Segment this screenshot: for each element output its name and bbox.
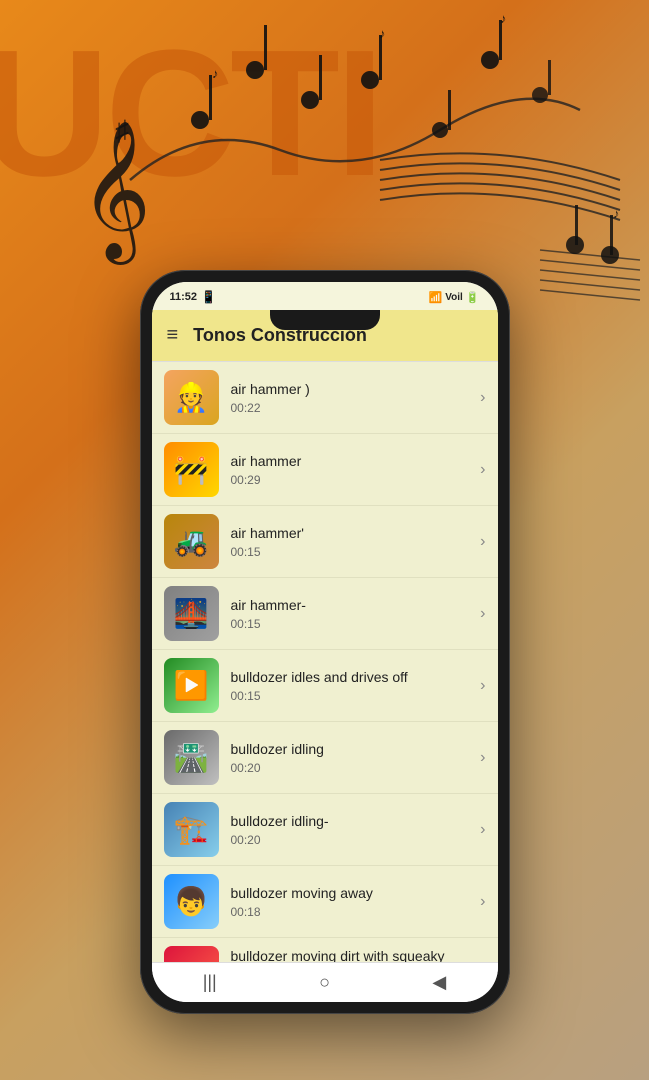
item-duration-3: 00:15 [231, 617, 469, 631]
phone-frame: 11:52 📱 📶 Voil 🔋 ≡ Tonos Construcción 👷a… [140, 270, 510, 1014]
item-title-8: bulldozer moving dirt with squeaky track… [231, 947, 469, 962]
item-title-5: bulldozer idling [231, 740, 469, 758]
whatsapp-icon: 📱 [201, 290, 216, 304]
battery-icon: 🔋 [466, 291, 480, 304]
list-item[interactable]: 👷 air hammer ) 00:22 › [152, 362, 498, 434]
item-duration-1: 00:29 [231, 473, 469, 487]
svg-text:♪: ♪ [500, 11, 507, 26]
item-info-4: bulldozer idles and drives off 00:15 [219, 668, 481, 702]
item-duration-5: 00:20 [231, 761, 469, 775]
chevron-right-icon: › [480, 533, 485, 551]
chevron-right-icon: › [480, 749, 485, 767]
chevron-right-icon: › [480, 605, 485, 623]
item-title-7: bulldozer moving away [231, 884, 469, 902]
phone-screen: 11:52 📱 📶 Voil 🔋 ≡ Tonos Construcción 👷a… [152, 282, 498, 1002]
chevron-right-icon: › [480, 677, 485, 695]
item-info-5: bulldozer idling 00:20 [219, 740, 481, 774]
list-item[interactable]: 🌉 air hammer- 00:15 › [152, 578, 498, 650]
item-title-0: air hammer ) [231, 380, 469, 398]
item-duration-0: 00:22 [231, 401, 469, 415]
item-info-8: bulldozer moving dirt with squeaky track… [219, 947, 481, 962]
signal-icon: Voil [445, 292, 463, 303]
item-icon-4: ▶️ [164, 658, 219, 713]
wifi-icon: 📶 [429, 291, 443, 304]
item-title-2: air hammer' [231, 524, 469, 542]
sound-list: 👷air hammer )00:22›🚧air hammer00:29›🚜air… [152, 362, 498, 962]
item-icon-3: 🌉 [164, 586, 219, 641]
list-item[interactable]: 🏗️ bulldozer idling- 00:20 › [152, 794, 498, 866]
status-bar: 11:52 📱 📶 Voil 🔋 [152, 282, 498, 310]
item-info-6: bulldozer idling- 00:20 [219, 812, 481, 846]
item-icon-5: 🛣️ [164, 730, 219, 785]
item-icon-1: 🚧 [164, 442, 219, 497]
item-duration-4: 00:15 [231, 689, 469, 703]
chevron-right-icon: › [480, 461, 485, 479]
list-item[interactable]: 👦 bulldozer moving away 00:18 › [152, 866, 498, 938]
item-icon-6: 🏗️ [164, 802, 219, 857]
svg-text:♪: ♪ [613, 206, 620, 221]
item-info-7: bulldozer moving away 00:18 [219, 884, 481, 918]
chevron-right-icon: › [480, 893, 485, 911]
phone-wrapper: 11:52 📱 📶 Voil 🔋 ≡ Tonos Construcción 👷a… [140, 270, 510, 1014]
item-duration-6: 00:20 [231, 833, 469, 847]
back-button[interactable]: ◀ [412, 967, 466, 998]
recent-apps-button[interactable]: ||| [183, 967, 237, 998]
menu-button[interactable]: ≡ [167, 324, 179, 347]
item-title-3: air hammer- [231, 596, 469, 614]
status-left: 11:52 📱 [170, 290, 216, 304]
item-title-1: air hammer [231, 452, 469, 470]
list-item[interactable]: 🛣️ bulldozer idling 00:20 › [152, 722, 498, 794]
bg-text: UCTI [0, 10, 380, 217]
item-title-6: bulldozer idling- [231, 812, 469, 830]
svg-text:♪: ♪ [379, 26, 386, 41]
bottom-nav: ||| ○ ◀ [152, 962, 498, 1002]
item-icon-7: 👦 [164, 874, 219, 929]
home-button[interactable]: ○ [299, 967, 350, 998]
chevron-right-icon: › [480, 389, 485, 407]
item-info-3: air hammer- 00:15 [219, 596, 481, 630]
item-icon-0: 👷 [164, 370, 219, 425]
status-time: 11:52 [170, 291, 198, 303]
item-info-2: air hammer' 00:15 [219, 524, 481, 558]
phone-notch [270, 310, 380, 330]
list-item[interactable]: ▶️ bulldozer idles and drives off 00:15 › [152, 650, 498, 722]
item-duration-7: 00:18 [231, 905, 469, 919]
item-icon-2: 🚜 [164, 514, 219, 569]
list-item[interactable]: 🚒 bulldozer moving dirt with squeaky trac… [152, 938, 498, 962]
item-duration-2: 00:15 [231, 545, 469, 559]
item-info-0: air hammer ) 00:22 [219, 380, 481, 414]
item-icon-8: 🚒 [164, 946, 219, 962]
item-title-4: bulldozer idles and drives off [231, 668, 469, 686]
item-info-1: air hammer 00:29 [219, 452, 481, 486]
list-item[interactable]: 🚜 air hammer' 00:15 › [152, 506, 498, 578]
chevron-right-icon: › [480, 821, 485, 839]
status-right: 📶 Voil 🔋 [429, 291, 480, 304]
list-item[interactable]: 🚧 air hammer 00:29 › [152, 434, 498, 506]
